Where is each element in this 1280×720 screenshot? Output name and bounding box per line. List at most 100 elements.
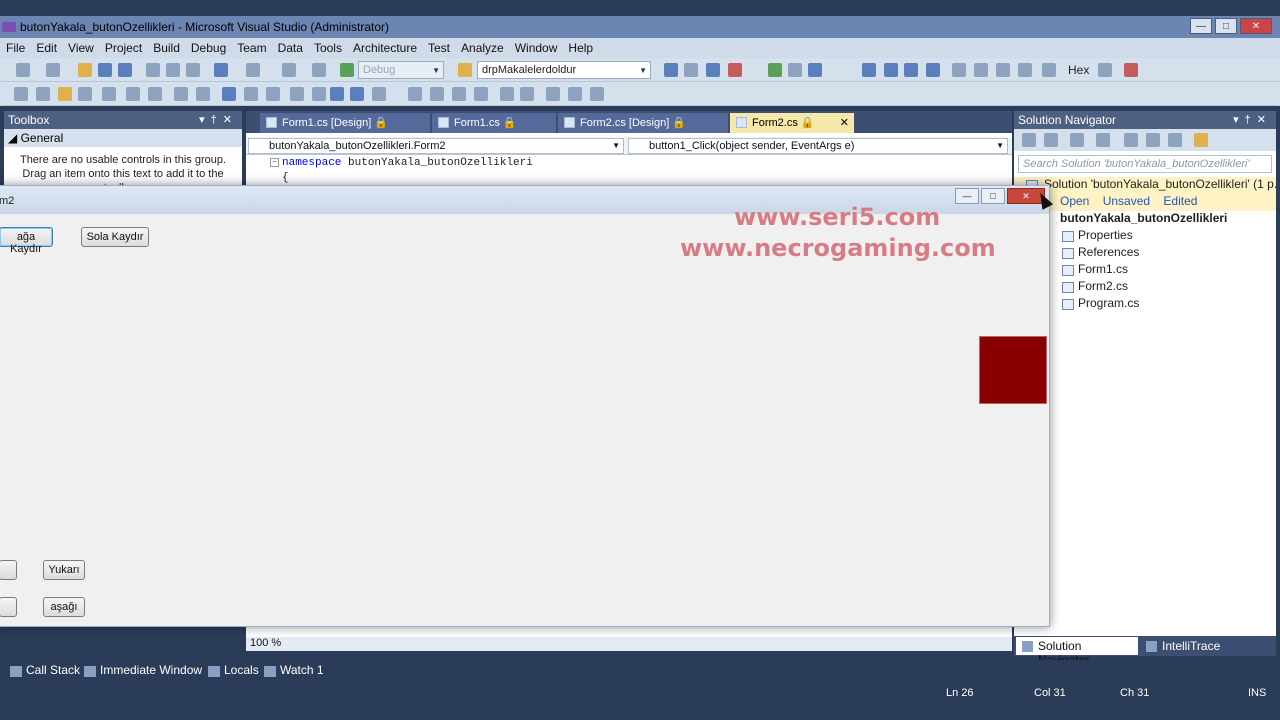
restart-icon[interactable] [926, 63, 940, 77]
step-out-icon[interactable] [996, 63, 1010, 77]
menu-tools[interactable]: Tools [308, 38, 347, 58]
extension-manager-icon[interactable] [808, 63, 822, 77]
undo-icon[interactable] [214, 63, 228, 77]
tab-intellitrace[interactable]: IntelliTrace [1140, 637, 1240, 655]
threads-icon[interactable] [1042, 63, 1056, 77]
copy-icon[interactable] [166, 63, 180, 77]
project-node[interactable]: butonYakala_butonOzellikleri [1014, 211, 1276, 228]
close-button[interactable]: ✕ [1240, 18, 1272, 34]
type-dropdown[interactable]: butonYakala_butonOzellikleri.Form2 ▼ [248, 138, 624, 154]
layout-icon[interactable] [222, 87, 236, 101]
tab-form2-cs[interactable]: Form2.cs 🔒 ✕ [730, 113, 854, 133]
left-edge-button[interactable] [0, 560, 17, 580]
solution-configuration-select[interactable]: Debug ▼ [358, 61, 444, 79]
make-same-height-icon[interactable] [430, 87, 444, 101]
member-dropdown[interactable]: button1_Click(object sender, EventArgs e… [628, 138, 1008, 154]
menu-data[interactable]: Data [272, 38, 308, 58]
menu-analyze[interactable]: Analyze [455, 38, 509, 58]
zoom-level[interactable]: 100 % [246, 637, 1012, 651]
comment-lines-icon[interactable] [148, 87, 162, 101]
panel-pin-close-icons[interactable]: ▾†✕ [199, 113, 238, 126]
vertical-spacing-icon[interactable] [500, 87, 514, 101]
view-class-diagram-icon[interactable] [1168, 133, 1182, 147]
display-object-member-list-icon[interactable] [14, 87, 28, 101]
back-icon[interactable] [1022, 133, 1036, 147]
object-browser-icon[interactable] [728, 63, 742, 77]
tree-item-form2[interactable]: Form2.cs [1014, 279, 1276, 296]
toolbox-group-general[interactable]: ◢ General [4, 129, 242, 147]
properties-icon[interactable] [706, 63, 720, 77]
maximize-button[interactable]: □ [1215, 18, 1237, 34]
properties-icon[interactable] [1096, 133, 1110, 147]
menu-window[interactable]: Window [509, 38, 563, 58]
solution-node[interactable]: Solution 'butonYakala_butonOzellikleri' … [1014, 177, 1276, 194]
menu-debug[interactable]: Debug [185, 38, 231, 58]
refresh-icon[interactable] [1146, 133, 1160, 147]
show-all-files-icon[interactable] [1124, 133, 1138, 147]
breakpoints-icon[interactable] [1124, 63, 1138, 77]
find-combo[interactable]: drpMakalelerdoldur ▼ [477, 61, 651, 79]
sola-kaydir-button[interactable]: Sola Kaydır [81, 227, 149, 247]
tab-watch-1[interactable]: Watch 1 [262, 663, 324, 681]
menu-test[interactable]: Test [422, 38, 455, 58]
align-rights-icon[interactable] [290, 87, 304, 101]
tab-immediate-window[interactable]: Immediate Window [82, 663, 202, 681]
form2-maximize-button[interactable]: □ [981, 188, 1005, 204]
menu-view[interactable]: View [62, 38, 99, 58]
send-to-back-icon[interactable] [568, 87, 582, 101]
minimize-button[interactable]: — [1190, 18, 1212, 34]
toggle-bookmark-icon[interactable] [196, 87, 210, 101]
save-icon[interactable] [98, 63, 112, 77]
tab-form1-cs[interactable]: Form1.cs 🔒 [432, 113, 556, 133]
toolbox-icon[interactable] [768, 63, 782, 77]
asagi-button[interactable]: aşağı [43, 597, 85, 617]
tab-order-icon[interactable] [590, 87, 604, 101]
tab-call-stack[interactable]: Call Stack [8, 663, 80, 681]
find-icon[interactable] [664, 63, 678, 77]
start-debugging-icon[interactable] [340, 63, 354, 77]
step-over-icon[interactable] [974, 63, 988, 77]
tab-solution-navigator[interactable]: Solution Navigator [1016, 637, 1138, 667]
make-same-width-icon[interactable] [408, 87, 422, 101]
add-item-icon[interactable] [46, 63, 60, 77]
tree-item-program[interactable]: Program.cs [1014, 296, 1276, 313]
align-centers-icon[interactable] [266, 87, 280, 101]
panel-pin-close-icons[interactable]: ▾†✕ [1233, 113, 1272, 126]
start-page-icon[interactable] [788, 63, 802, 77]
center-horizontally-icon[interactable] [520, 87, 534, 101]
tab-locals[interactable]: Locals [206, 663, 259, 681]
navigate-forward-icon[interactable] [312, 63, 326, 77]
align-tops-icon[interactable] [312, 87, 326, 101]
home-icon[interactable] [1044, 133, 1058, 147]
asagi-kaydir-button[interactable]: ağa Kaydır [0, 227, 53, 255]
menu-edit[interactable]: Edit [30, 38, 62, 58]
tree-item-references[interactable]: References [1014, 245, 1276, 262]
filter-open-link[interactable]: Open [1060, 194, 1089, 208]
paste-icon[interactable] [186, 63, 200, 77]
align-bottoms-icon[interactable] [350, 87, 364, 101]
show-next-statement-icon[interactable] [1018, 63, 1032, 77]
menu-team[interactable]: Team [231, 38, 271, 58]
menu-project[interactable]: Project [99, 38, 147, 58]
show-threads-icon[interactable] [1098, 63, 1112, 77]
break-all-icon[interactable] [884, 63, 898, 77]
yukari-button[interactable]: Yukarı [43, 560, 85, 580]
size-to-grid-icon[interactable] [452, 87, 466, 101]
solution-explorer-icon[interactable] [684, 63, 698, 77]
horizontal-spacing-icon[interactable] [474, 87, 488, 101]
filter-unsaved-link[interactable]: Unsaved [1103, 194, 1150, 208]
hex-display-toggle[interactable]: Hex [1068, 63, 1089, 77]
feedback-smiley-icon[interactable] [1194, 133, 1208, 147]
redo-icon[interactable] [246, 63, 260, 77]
complete-word-icon[interactable] [78, 87, 92, 101]
navigate-backward-icon[interactable] [282, 63, 296, 77]
new-project-icon[interactable] [16, 63, 30, 77]
open-file-icon[interactable] [78, 63, 92, 77]
collapse-icon[interactable]: − [270, 158, 279, 167]
cut-icon[interactable] [146, 63, 160, 77]
menu-file[interactable]: File [0, 38, 30, 58]
form2-minimize-button[interactable]: — [955, 188, 979, 204]
find-in-files-icon[interactable] [458, 63, 472, 77]
bring-to-front-icon[interactable] [546, 87, 560, 101]
menu-architecture[interactable]: Architecture [347, 38, 422, 58]
